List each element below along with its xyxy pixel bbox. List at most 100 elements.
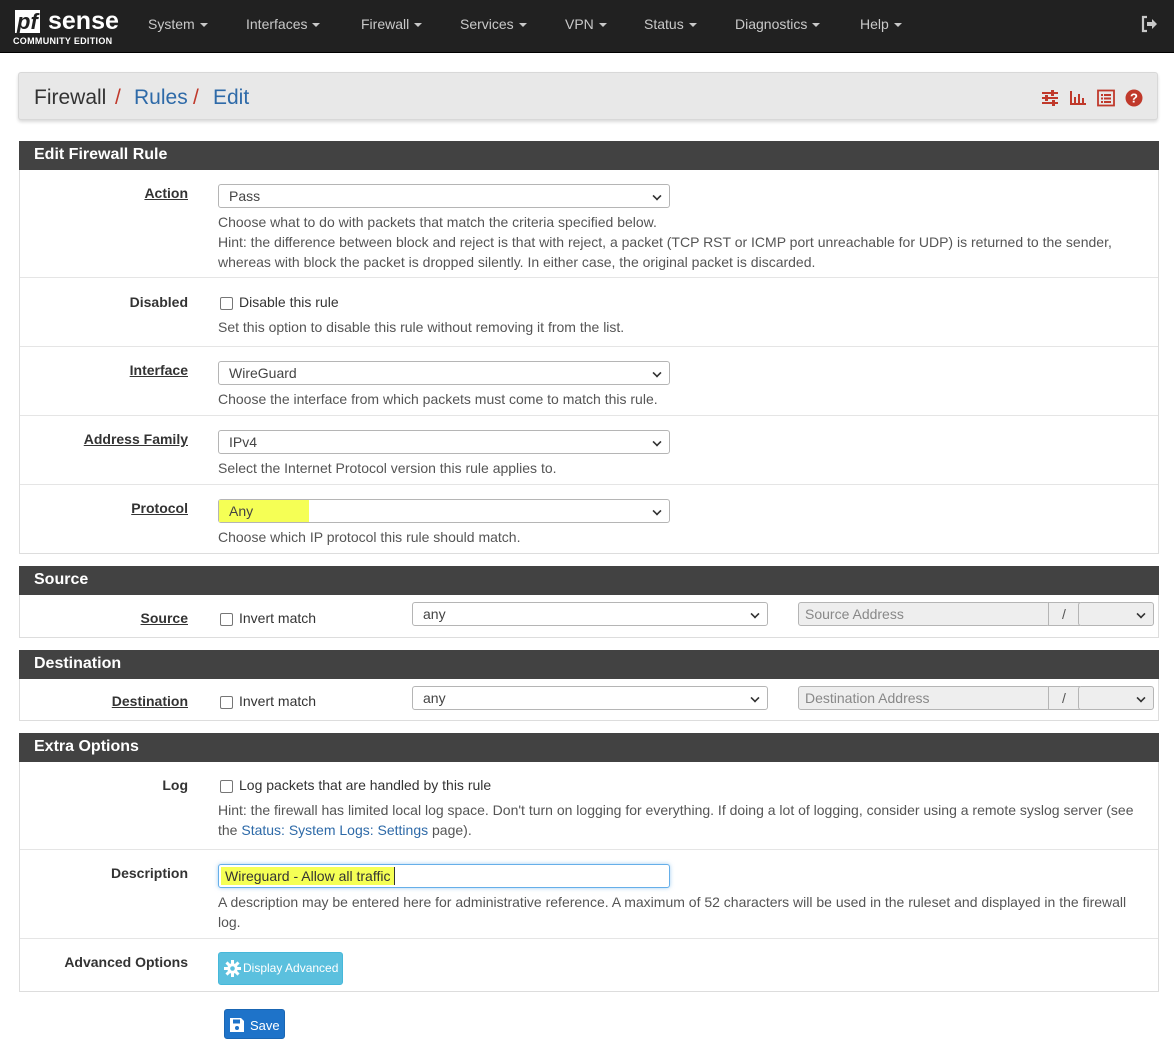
chevron-down-icon xyxy=(652,191,662,201)
breadcrumb-separator: / xyxy=(115,86,121,109)
destination-address-input[interactable]: Destination Address xyxy=(798,686,1050,710)
source-invert-label[interactable]: Invert match xyxy=(239,610,316,626)
source-address-input[interactable]: Source Address xyxy=(798,602,1050,626)
description-help: A description may be entered here for ad… xyxy=(218,892,1126,932)
interface-help: Choose the interface from which packets … xyxy=(218,391,658,407)
row-divider xyxy=(20,849,1158,850)
caret-down-icon xyxy=(414,23,423,28)
help-icon[interactable]: ? xyxy=(1125,89,1143,107)
nav-interfaces-label: Interfaces xyxy=(246,16,308,32)
action-label[interactable]: Action xyxy=(144,185,188,201)
source-label[interactable]: Source xyxy=(141,610,188,626)
address-family-select-value: IPv4 xyxy=(229,434,258,450)
source-mask-select[interactable] xyxy=(1078,602,1154,626)
chevron-down-icon xyxy=(1136,609,1146,619)
breadcrumb-edit[interactable]: Edit xyxy=(213,86,249,110)
row-divider xyxy=(20,346,1158,347)
chevron-down-icon xyxy=(652,368,662,378)
breadcrumb-firewall: Firewall xyxy=(34,86,107,109)
destination-invert-label[interactable]: Invert match xyxy=(239,693,316,709)
disable-rule-checkbox[interactable] xyxy=(220,297,233,310)
disabled-help: Set this option to disable this rule wit… xyxy=(218,319,625,335)
row-divider xyxy=(20,484,1158,485)
nav-firewall[interactable]: Firewall xyxy=(361,16,423,32)
list-icon[interactable] xyxy=(1097,89,1115,107)
nav-diagnostics[interactable]: Diagnostics xyxy=(735,16,821,32)
log-help-text: the xyxy=(218,822,238,838)
action-help-line: Hint: the difference between block and r… xyxy=(218,234,1112,250)
source-slash: / xyxy=(1048,602,1080,626)
destination-mask-select[interactable] xyxy=(1078,686,1154,710)
log-checkbox[interactable] xyxy=(220,780,233,793)
action-help-line: Choose what to do with packets that matc… xyxy=(218,214,657,230)
destination-invert-checkbox[interactable] xyxy=(220,696,233,709)
caret-down-icon xyxy=(518,23,527,28)
log-label: Log xyxy=(162,777,188,793)
nav-help-label: Help xyxy=(860,16,889,32)
pfsense-logo[interactable]: pf sense COMMUNITY EDITION xyxy=(13,7,121,47)
destination-type-value: any xyxy=(423,690,446,706)
nav-firewall-label: Firewall xyxy=(361,16,410,32)
gear-icon xyxy=(224,960,241,977)
description-help-line: A description may be entered here for ad… xyxy=(218,894,1127,910)
disable-rule-checkbox-label[interactable]: Disable this rule xyxy=(239,294,339,310)
caret-down-icon xyxy=(598,23,607,28)
nav-vpn-label: VPN xyxy=(565,16,594,32)
nav-system[interactable]: System xyxy=(148,16,208,32)
destination-type-select[interactable]: any xyxy=(412,686,768,710)
nav-services[interactable]: Services xyxy=(460,16,527,32)
address-family-label[interactable]: Address Family xyxy=(84,431,188,447)
system-logs-settings-link[interactable]: Status: System Logs: Settings xyxy=(241,822,428,838)
interface-label[interactable]: Interface xyxy=(130,362,188,378)
nav-vpn[interactable]: VPN xyxy=(565,16,607,32)
protocol-select[interactable]: Any xyxy=(218,499,670,523)
advanced-options-label: Advanced Options xyxy=(64,954,188,970)
chevron-down-icon xyxy=(750,693,760,703)
save-icon xyxy=(230,1018,244,1032)
address-family-select[interactable]: IPv4 xyxy=(218,430,670,454)
destination-slash: / xyxy=(1048,686,1080,710)
sliders-icon[interactable] xyxy=(1041,89,1059,107)
log-help: Hint: the firewall has limited local log… xyxy=(218,800,1134,840)
top-navbar: pf sense COMMUNITY EDITION System Interf… xyxy=(0,0,1174,53)
nav-status[interactable]: Status xyxy=(644,16,697,32)
row-divider xyxy=(20,938,1158,939)
chevron-down-icon xyxy=(652,437,662,447)
svg-text:?: ? xyxy=(1130,91,1138,106)
source-type-select[interactable]: any xyxy=(412,602,768,626)
breadcrumb-rules[interactable]: Rules xyxy=(134,86,188,110)
action-help: Choose what to do with packets that matc… xyxy=(218,212,1112,272)
protocol-label[interactable]: Protocol xyxy=(131,500,188,516)
display-advanced-button[interactable]: Display Advanced xyxy=(218,952,343,985)
logo-pf: pf xyxy=(15,9,40,34)
nav-status-label: Status xyxy=(644,16,684,32)
action-help-line: whereas with block the packet is dropped… xyxy=(218,254,816,270)
bar-chart-icon[interactable] xyxy=(1069,89,1087,107)
caret-down-icon xyxy=(893,23,902,28)
display-advanced-label: Display Advanced xyxy=(243,961,339,975)
action-select[interactable]: Pass xyxy=(218,184,670,208)
nav-interfaces[interactable]: Interfaces xyxy=(246,16,321,32)
interface-select[interactable]: WireGuard xyxy=(218,361,670,385)
nav-help[interactable]: Help xyxy=(860,16,902,32)
logout-icon[interactable] xyxy=(1140,15,1158,33)
caret-down-icon xyxy=(199,23,208,28)
nav-system-label: System xyxy=(148,16,195,32)
description-input[interactable]: Wireguard - Allow all traffic xyxy=(218,864,670,888)
caret-down-icon xyxy=(312,23,321,28)
description-label: Description xyxy=(110,865,188,881)
source-invert-checkbox[interactable] xyxy=(220,613,233,626)
caret-down-icon xyxy=(688,23,697,28)
panel-source: Source Invert match any Source Address / xyxy=(19,595,1159,638)
log-help-line: the Status: System Logs: Settings page). xyxy=(218,820,1134,840)
log-checkbox-label[interactable]: Log packets that are handled by this rul… xyxy=(239,777,491,793)
logo-edition: COMMUNITY EDITION xyxy=(13,36,113,46)
destination-label[interactable]: Destination xyxy=(112,693,188,709)
interface-select-value: WireGuard xyxy=(229,365,297,381)
breadcrumb-separator: / xyxy=(193,86,199,109)
chevron-down-icon xyxy=(652,506,662,516)
nav-diagnostics-label: Diagnostics xyxy=(735,16,808,32)
panel-heading-extra-options: Extra Options xyxy=(19,733,1159,762)
row-divider xyxy=(20,415,1158,416)
panel-edit-rule: Action Pass Choose what to do with packe… xyxy=(19,170,1159,554)
